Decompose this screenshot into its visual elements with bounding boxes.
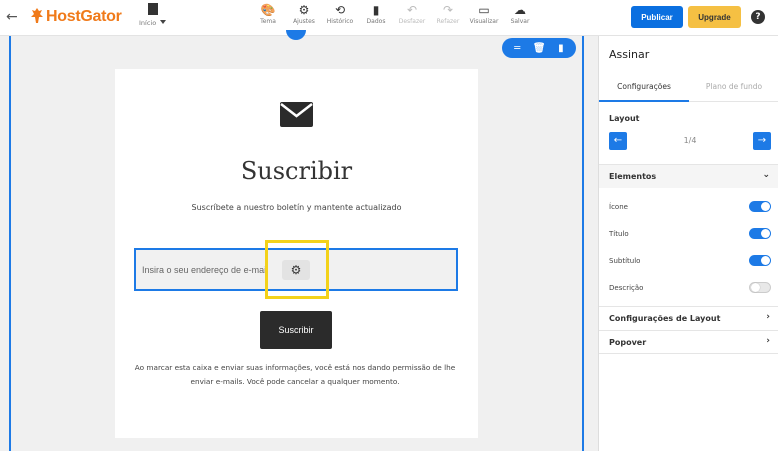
history-icon: ⟲ [334,3,346,17]
element-label: Ícone [609,203,628,211]
chevron-right-icon: › [766,312,770,322]
element-label: Título [609,230,629,238]
tab-configuracoes[interactable]: Configurações [599,76,689,102]
panel-tabs: Configurações Plano de fundo [599,76,778,102]
tool-label: Refazer [436,18,460,25]
envelope-icon [280,102,313,127]
elements-label: Elementos [609,172,657,181]
element-row-descricao: Descrição [609,281,771,295]
toggle-icone[interactable] [749,201,771,212]
block-actions: ═ 🗑 ▮ [502,38,576,58]
tool-label: Desfazer [398,18,426,25]
gator-icon [31,8,43,23]
tool-group: 🎨 Tema ⚙ Ajustes ⟲ Histórico ▮ Dados ↶ Desfazer ↷ R… [250,2,538,25]
cloud-icon: ☁ [514,3,526,17]
tool-label: Salvar [510,18,530,25]
popover-section[interactable]: Popover › [599,330,778,354]
element-label: Descrição [609,284,644,292]
layout-label: Layout [609,114,640,123]
tool-label: Dados [366,18,386,25]
toggle-descricao[interactable] [749,282,771,293]
element-row-titulo: Título [609,227,771,241]
subscribe-title: Suscribir [240,157,353,185]
subscribe-subtitle: Suscríbete a nuestro boletín y mantente … [191,203,402,212]
chevron-right-icon: › [766,336,770,346]
toggle-titulo[interactable] [749,228,771,239]
tool-cloud[interactable]: ☁ Salvar [502,2,538,25]
help-icon[interactable]: ? [751,10,765,24]
tool-undo[interactable]: ↶ Desfazer [394,2,430,25]
submit-button[interactable]: Suscribir [260,311,332,349]
chevron-down-icon: ⌄ [762,170,770,180]
settings-panel: Assinar Configurações Plano de fundo Lay… [598,36,778,451]
tool-palette[interactable]: 🎨 Tema [250,2,286,25]
page-icon[interactable] [148,3,158,15]
elements-section[interactable]: Elementos ⌄ [599,164,778,188]
layout-stepper: ← 1/4 → [609,132,771,150]
layout-settings-section[interactable]: Configurações de Layout › [599,306,778,330]
tool-label: Histórico [326,18,354,25]
brand-logo: HostGator [30,7,122,26]
page-selector[interactable]: Início [139,19,166,27]
consent-text: Ao marcar esta caixa e enviar suas infor… [134,363,456,386]
element-label: Subtítulo [609,257,641,265]
tab-plano-de-fundo[interactable]: Plano de fundo [689,76,778,102]
redo-icon: ↷ [442,3,454,17]
publish-button[interactable]: Publicar [631,6,683,28]
highlight-box [265,240,329,299]
element-row-icone: Ícone [609,200,771,214]
tool-label: Ajustes [293,18,315,25]
toggle-subtitulo[interactable] [749,255,771,266]
upgrade-button[interactable]: Upgrade [688,6,741,28]
tool-history[interactable]: ⟲ Histórico [322,2,358,25]
settings-icon[interactable]: ▮ [558,43,564,54]
arrow-left-icon[interactable]: ← [609,132,627,150]
gear-icon: ⚙ [298,3,310,17]
brand-name: HostGator [46,8,122,25]
trash-icon[interactable]: 🗑 [533,43,546,54]
drag-handle-icon[interactable]: ═ [514,43,520,54]
panel-title: Assinar [609,48,650,61]
tool-bar-chart[interactable]: ▮ Dados [358,2,394,25]
layout-settings-label: Configurações de Layout [609,314,721,323]
monitor-icon: ▭ [478,3,490,17]
tool-gear[interactable]: ⚙ Ajustes [286,2,322,25]
back-arrow-icon[interactable]: ← [6,9,18,25]
element-row-subtitulo: Subtítulo [609,254,771,268]
undo-icon: ↶ [406,3,418,17]
top-toolbar: ← HostGator Início 🎨 Tema ⚙ Ajustes ⟲ Históri… [0,0,778,36]
palette-icon: 🎨 [260,3,276,17]
tool-label: Tema [260,18,276,25]
layout-value: 1/4 [683,136,697,145]
tool-monitor[interactable]: ▭ Visualizar [466,2,502,25]
popover-label: Popover [609,338,647,347]
tool-redo[interactable]: ↷ Refazer [430,2,466,25]
arrow-right-icon[interactable]: → [753,132,771,150]
tool-label: Visualizar [469,18,499,25]
bar-chart-icon: ▮ [372,3,380,17]
